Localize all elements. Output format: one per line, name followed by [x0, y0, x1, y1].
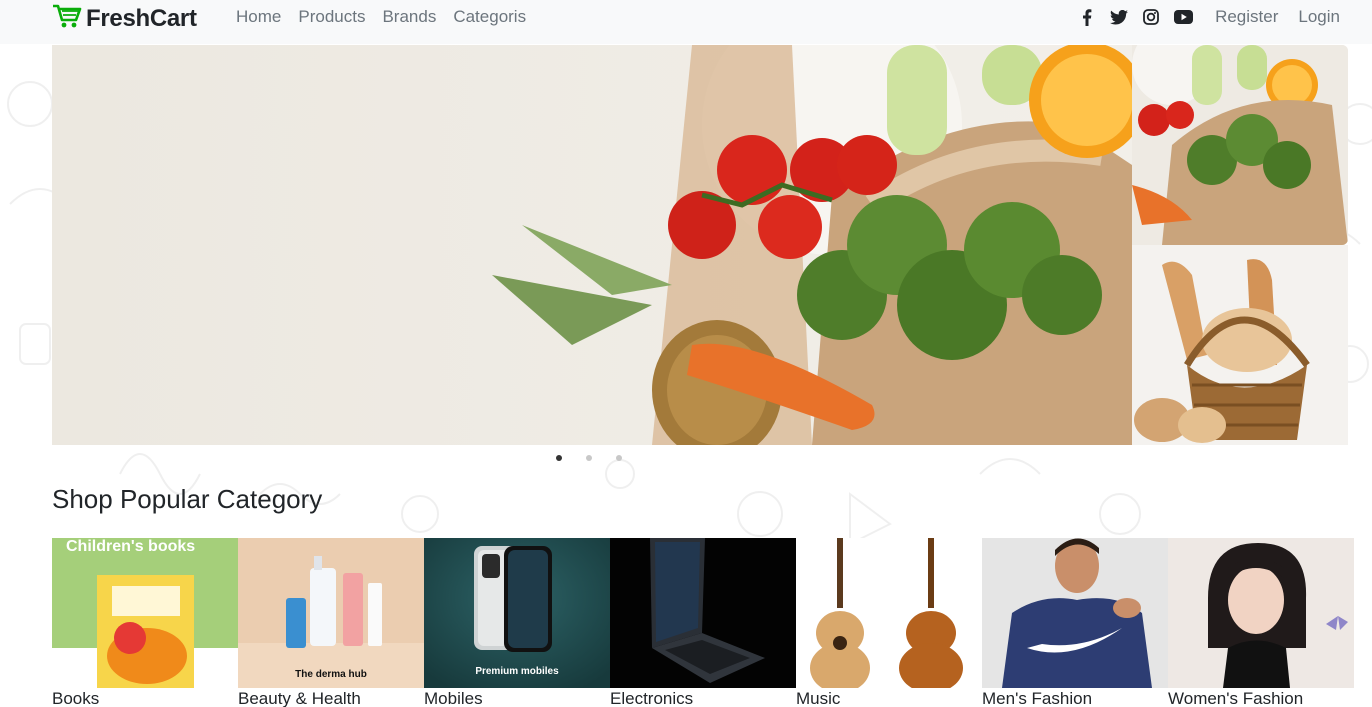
instagram-icon[interactable] — [1141, 7, 1161, 27]
main-slider-image[interactable] — [52, 45, 1132, 445]
side-banner-bottom[interactable] — [1132, 245, 1348, 445]
brand-name: FreshCart — [86, 4, 197, 32]
category-label: Mobiles — [424, 689, 483, 707]
category-image: Premium mobiles — [424, 538, 610, 688]
main-nav: Home Products Brands Categoris — [236, 6, 526, 28]
cart-icon — [52, 3, 82, 34]
nav-brands[interactable]: Brands — [382, 6, 436, 28]
category-womens-fashion[interactable]: Women's Fashion — [1168, 538, 1354, 707]
category-label: Books — [52, 689, 100, 707]
slider-dot-1[interactable] — [556, 455, 562, 461]
vegetables-bag-image — [1132, 45, 1348, 245]
category-image — [796, 538, 982, 688]
category-label: Women's Fashion — [1168, 689, 1304, 707]
grocery-bag-image — [52, 45, 1132, 445]
nav-home[interactable]: Home — [236, 6, 281, 28]
beauty-caption: The derma hub — [295, 669, 367, 680]
category-image: The derma hub — [238, 538, 424, 688]
category-label: Electronics — [610, 689, 694, 707]
twitter-icon[interactable] — [1109, 7, 1129, 27]
slider-dots — [556, 455, 622, 461]
category-image — [1168, 538, 1354, 688]
category-image: Children's books — [52, 538, 238, 688]
bread-basket-image — [1132, 245, 1348, 445]
youtube-icon[interactable] — [1173, 7, 1193, 27]
category-mobiles[interactable]: Premium mobiles Mobiles — [424, 538, 610, 707]
category-mens-fashion[interactable]: Men's Fashion — [982, 538, 1168, 707]
category-label: Men's Fashion — [982, 689, 1093, 707]
category-image — [982, 538, 1168, 688]
nav-categories[interactable]: Categoris — [453, 6, 526, 28]
category-label: Music — [796, 689, 841, 707]
category-label: Beauty & Health — [238, 689, 361, 707]
facebook-icon[interactable] — [1077, 7, 1097, 27]
slider-dot-3[interactable] — [616, 455, 622, 461]
category-beauty-health[interactable]: The derma hub Beauty & Health — [238, 538, 424, 707]
category-books[interactable]: Children's books Books — [52, 538, 238, 707]
books-banner-text: Children's books — [66, 538, 196, 555]
category-music[interactable]: Music — [796, 538, 982, 707]
navbar: FreshCart Home Products Brands Categoris… — [0, 0, 1372, 44]
brand-logo[interactable]: FreshCart — [52, 3, 197, 34]
side-banner-top[interactable] — [1132, 45, 1348, 245]
category-slider: Children's books Books The derma hub Bea… — [52, 538, 1354, 707]
login-link[interactable]: Login — [1298, 6, 1340, 28]
category-electronics[interactable]: Electronics — [610, 538, 796, 707]
nav-right: Register Login — [1077, 6, 1340, 28]
category-image — [610, 538, 796, 688]
section-title: Shop Popular Category — [52, 484, 323, 514]
mobiles-caption: Premium mobiles — [475, 666, 559, 677]
slider-dot-2[interactable] — [586, 455, 592, 461]
nav-products[interactable]: Products — [298, 6, 365, 28]
register-link[interactable]: Register — [1215, 6, 1278, 28]
